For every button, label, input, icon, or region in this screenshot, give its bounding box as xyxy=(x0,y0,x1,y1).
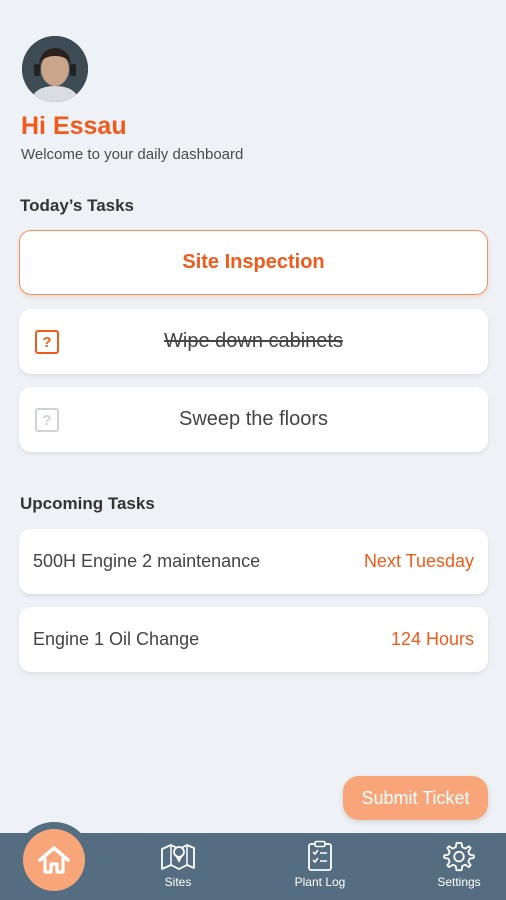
upcoming-task-due: 124 Hours xyxy=(390,629,474,649)
task-label: Sweep the floors xyxy=(179,408,328,430)
task-card-sweep-floors[interactable]: ? Sweep the floors xyxy=(19,387,488,452)
nav-sites[interactable]: Sites xyxy=(133,840,223,898)
nav-label: Settings xyxy=(437,875,481,889)
home-icon xyxy=(38,846,70,874)
task-card-wipe-cabinets[interactable]: ? Wipe down cabinets xyxy=(19,309,488,374)
upcoming-task-due: Next Tuesday xyxy=(363,551,474,571)
upcoming-tasks-heading: Upcoming Tasks xyxy=(20,494,155,513)
dashboard-subtitle: Welcome to your daily dashboard xyxy=(21,146,244,163)
nav-home-button[interactable] xyxy=(16,822,92,898)
task-label: Wipe down cabinets xyxy=(164,330,343,352)
nav-plant-log[interactable]: Plant Log xyxy=(275,840,365,898)
avatar-image xyxy=(22,36,88,102)
upcoming-task-row[interactable]: 500H Engine 2 maintenance Next Tuesday xyxy=(19,529,488,594)
nav-label: Sites xyxy=(164,875,192,889)
clipboard-icon xyxy=(308,840,332,871)
nav-settings[interactable]: Settings xyxy=(414,840,504,898)
nav-label: Plant Log xyxy=(294,875,346,889)
map-icon xyxy=(161,844,195,870)
upcoming-task-label: Engine 1 Oil Change xyxy=(33,629,200,649)
upcoming-task-label: 500H Engine 2 maintenance xyxy=(33,551,261,571)
greeting: Hi Essau xyxy=(21,112,127,140)
submit-ticket-button[interactable]: Submit Ticket xyxy=(343,776,488,820)
todays-tasks-heading: Today’s Tasks xyxy=(20,196,135,215)
gear-icon xyxy=(443,842,475,872)
upcoming-task-row[interactable]: Engine 1 Oil Change 124 Hours xyxy=(19,607,488,672)
avatar[interactable] xyxy=(22,36,88,102)
task-label: Site Inspection xyxy=(182,251,325,273)
task-card-site-inspection[interactable]: Site Inspection xyxy=(19,230,488,295)
